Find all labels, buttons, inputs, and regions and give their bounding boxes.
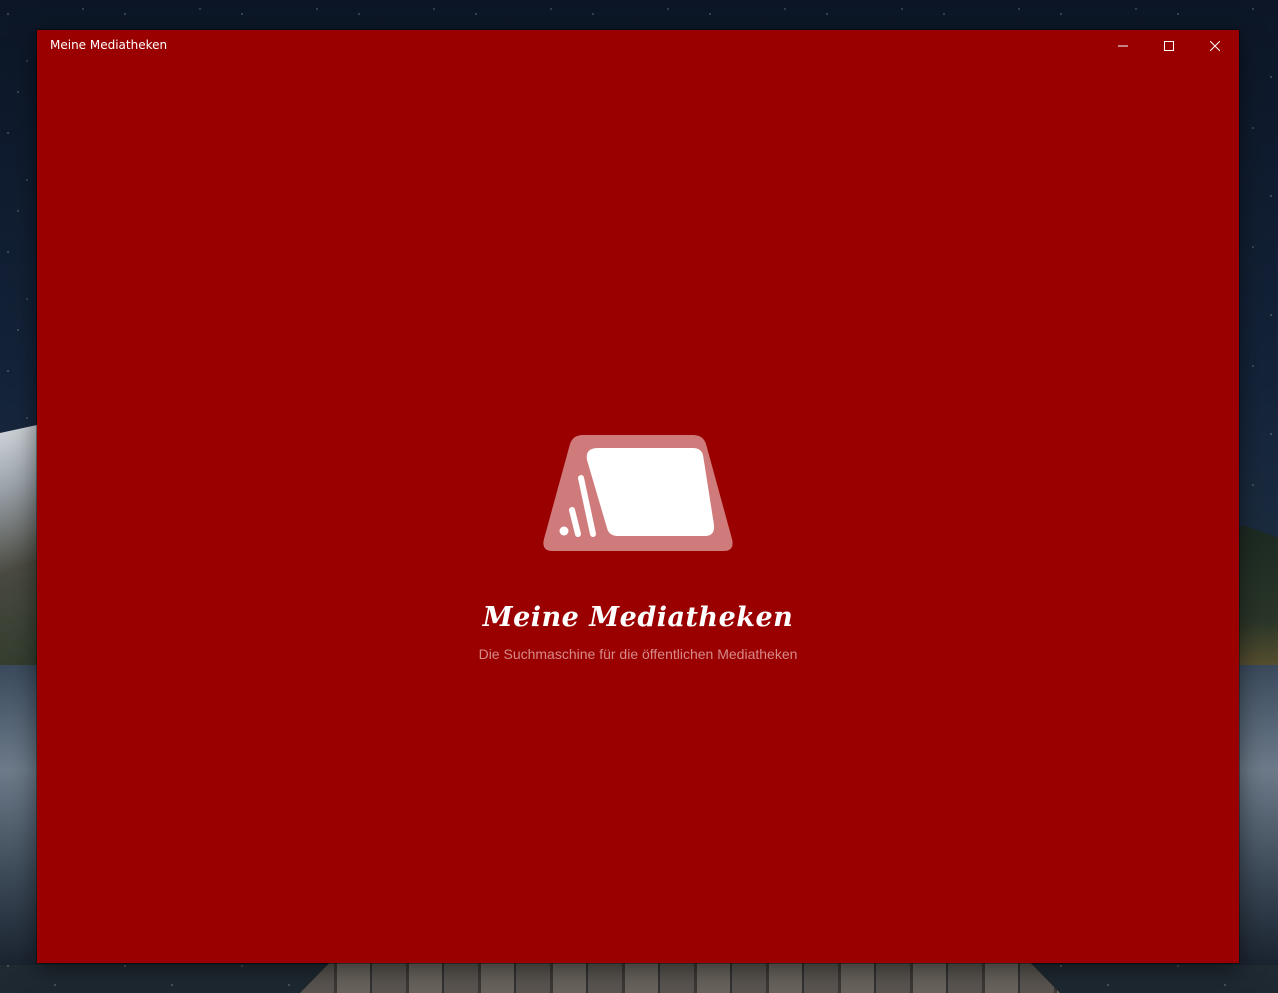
window-title: Meine Mediatheken	[50, 38, 168, 52]
app-tagline: Die Suchmaschine für die öffentlichen Me…	[478, 646, 798, 662]
splash-screen: Meine Mediatheken Die Suchmaschine für d…	[37, 62, 1239, 963]
minimize-icon	[1118, 45, 1128, 47]
signal-dot	[559, 526, 569, 536]
app-name: Meine Mediatheken	[482, 602, 794, 633]
title-bar[interactable]: Meine Mediatheken	[37, 30, 1239, 62]
close-icon	[1210, 41, 1220, 51]
logo-screen	[586, 448, 715, 536]
minimize-button[interactable]	[1100, 30, 1146, 62]
app-window: Meine Mediatheken Meine Mediatheken Die …	[37, 30, 1239, 963]
close-button[interactable]	[1192, 30, 1238, 62]
maximize-icon	[1164, 41, 1174, 51]
maximize-button[interactable]	[1146, 30, 1192, 62]
media-tv-icon	[543, 435, 733, 551]
wooden-dock	[300, 962, 1060, 993]
